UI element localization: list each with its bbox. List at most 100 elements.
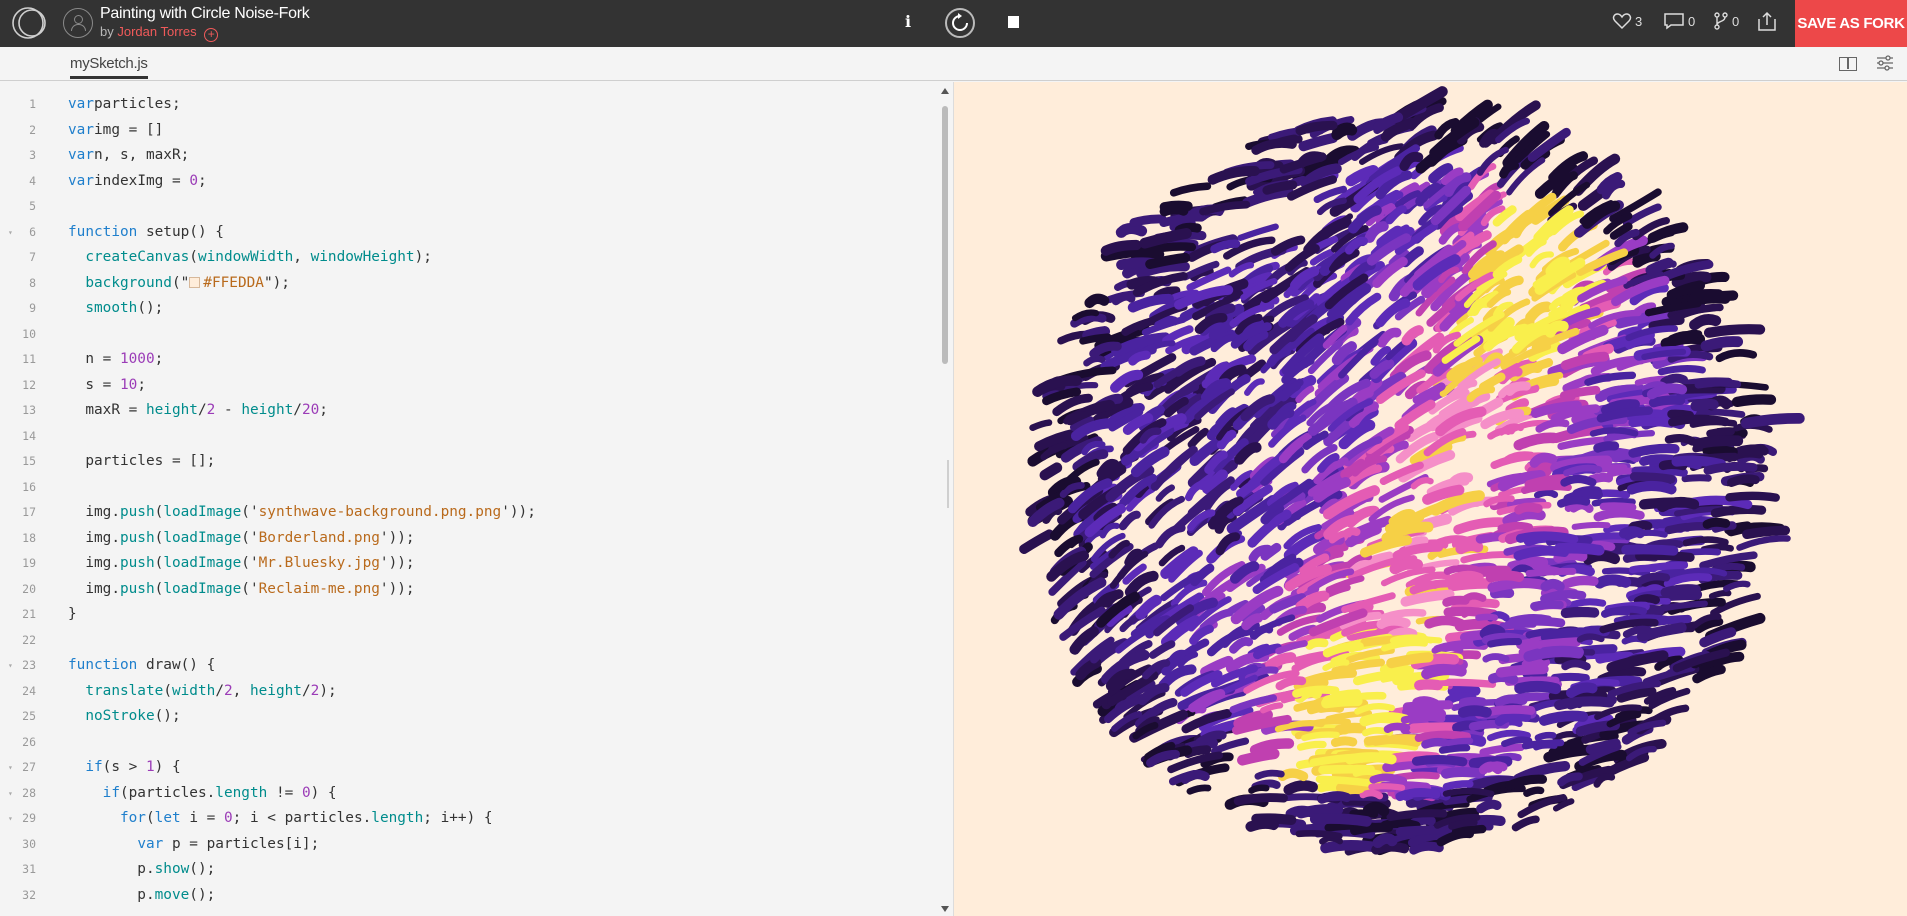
code-token: img = [] [94,121,164,138]
code-token: ( [154,529,164,546]
code-line[interactable]: 12 s = 10; [0,373,935,399]
paint-stroke [1469,297,1492,316]
pane-resize-handle[interactable] [947,460,949,508]
code-line[interactable]: 29 ▾ for(let i = 0; i < particles.length;… [0,806,935,832]
scroll-down-arrow-icon[interactable] [941,906,949,912]
code-line[interactable]: 21} [0,602,935,628]
paint-stroke [1525,301,1553,323]
code-line[interactable]: 32 p.move(); [0,883,935,909]
code-line[interactable]: 28 ▾ if(particles.length != 0) { [0,781,935,807]
code-line[interactable]: 15 particles = []; [0,449,935,475]
forks-button[interactable]: 0 [1713,11,1739,33]
info-button[interactable]: i [900,10,916,34]
paint-stroke [1628,443,1680,458]
paint-stroke [1487,578,1549,593]
paint-stroke [1424,615,1466,629]
code-line[interactable]: 7 createCanvas(windowWidth, windowHeight… [0,245,935,271]
fold-arrow-icon[interactable]: ▾ [8,653,13,679]
code-line[interactable]: 13 maxR = height/2 - height/20; [0,398,935,424]
sketch-preview-canvas[interactable] [954,82,1907,916]
paint-stroke [1149,640,1176,659]
code-line[interactable]: 20 img.push(loadImage('Reclaim-me.png'))… [0,577,935,603]
editor-scrollbar[interactable] [937,82,953,916]
code-line[interactable]: 2 varimg = [] [0,118,935,144]
code-line[interactable]: 9 smooth(); [0,296,935,322]
paint-stroke [1533,742,1558,751]
paint-stroke [1715,349,1758,363]
code-text: function setup() { [68,220,224,246]
paint-stroke [1689,495,1753,510]
paint-stroke [1706,427,1735,438]
code-line[interactable]: 22 [0,628,935,654]
line-number: 26 [22,734,36,749]
code-line[interactable]: 17 img.push(loadImage('synthwave-backgro… [0,500,935,526]
code-line[interactable]: 27 ▾ if(s > 1) { [0,755,935,781]
paint-stroke [1436,829,1474,847]
code-line[interactable]: 3 varn, s, maxR; [0,143,935,169]
code-line[interactable]: 23 ▾ function draw() { [0,653,935,679]
paint-stroke [1409,841,1444,855]
author-link[interactable]: Jordan Torres [117,24,196,39]
follow-plus-icon[interactable]: + [204,28,219,42]
paint-stroke [1576,633,1605,643]
save-as-fork-button[interactable]: SAVE AS FORK [1795,0,1907,47]
code-line[interactable]: 19 img.push(loadImage('Mr.Bluesky.jpg'))… [0,551,935,577]
code-token: ( [163,682,172,699]
fold-arrow-icon[interactable]: ▾ [8,220,13,246]
paint-stroke [1543,744,1598,763]
paint-stroke [1629,472,1676,484]
code-line[interactable]: 1 varparticles; [0,92,935,118]
code-line[interactable]: 8 background(" #FFEDDA"); [0,271,935,297]
share-icon[interactable] [1755,10,1779,34]
scrollbar-thumb[interactable] [942,106,948,364]
code-line[interactable]: 6 ▾ function setup() { [0,220,935,246]
code-line[interactable]: 18 img.push(loadImage('Borderland.png'))… [0,526,935,552]
code-line[interactable]: 30 var p = particles[i]; [0,832,935,858]
code-line[interactable]: 10 [0,322,935,348]
code-token: (); [154,708,181,724]
like-button[interactable]: 3 [1612,11,1642,33]
code-text: varindexImg = 0; [68,169,207,195]
code-line[interactable]: 31 p.show(); [0,857,935,883]
code-line[interactable]: 11 n = 1000; [0,347,935,373]
author-avatar-icon[interactable] [63,8,93,38]
code-editor[interactable]: 1 varparticles; 2 varimg = [] 3 varn, s, maxR… [0,82,953,916]
code-line[interactable]: 5 [0,194,935,220]
code-token: push [119,580,155,597]
code-line[interactable]: 25 noStroke(); [0,704,935,730]
code-line[interactable]: 16 [0,475,935,501]
restart-button[interactable] [945,8,975,38]
line-number: 18 [22,530,36,545]
paint-stroke [1169,182,1212,197]
code-token: (" [171,274,190,291]
comments-button[interactable]: 0 [1663,11,1695,33]
layout-toggle-icon[interactable] [1839,57,1857,71]
code-line[interactable]: 14 [0,424,935,450]
fold-arrow-icon[interactable]: ▾ [8,781,13,807]
code-token: indexImg = [94,172,190,189]
code-token: s = [68,376,120,393]
openprocessing-logo-icon[interactable] [11,6,49,40]
paint-stroke [1647,222,1689,243]
code-token: var [68,121,94,138]
tab-mysketch-js[interactable]: mySketch.js [70,55,148,79]
paint-stroke [1593,773,1616,788]
paint-stroke [1400,714,1446,724]
line-number: 1 [29,97,36,111]
paint-stroke [1099,522,1120,539]
code-token: push [119,504,155,520]
paint-stroke [1645,257,1674,276]
code-line[interactable]: 4 varindexImg = 0; [0,169,935,195]
paint-stroke [1405,795,1449,808]
paint-stroke [1159,212,1206,227]
scroll-up-arrow-icon[interactable] [941,88,949,94]
stop-button[interactable] [1008,16,1019,28]
fold-arrow-icon[interactable]: ▾ [8,755,13,781]
code-token: != [267,784,302,801]
code-text: smooth(); [68,296,163,322]
fold-arrow-icon[interactable]: ▾ [8,806,13,832]
fork-icon [1714,12,1728,30]
code-line[interactable]: 26 [0,730,935,756]
settings-sliders-icon[interactable] [1876,54,1894,72]
code-line[interactable]: 24 translate(width/2, height/2); [0,679,935,705]
